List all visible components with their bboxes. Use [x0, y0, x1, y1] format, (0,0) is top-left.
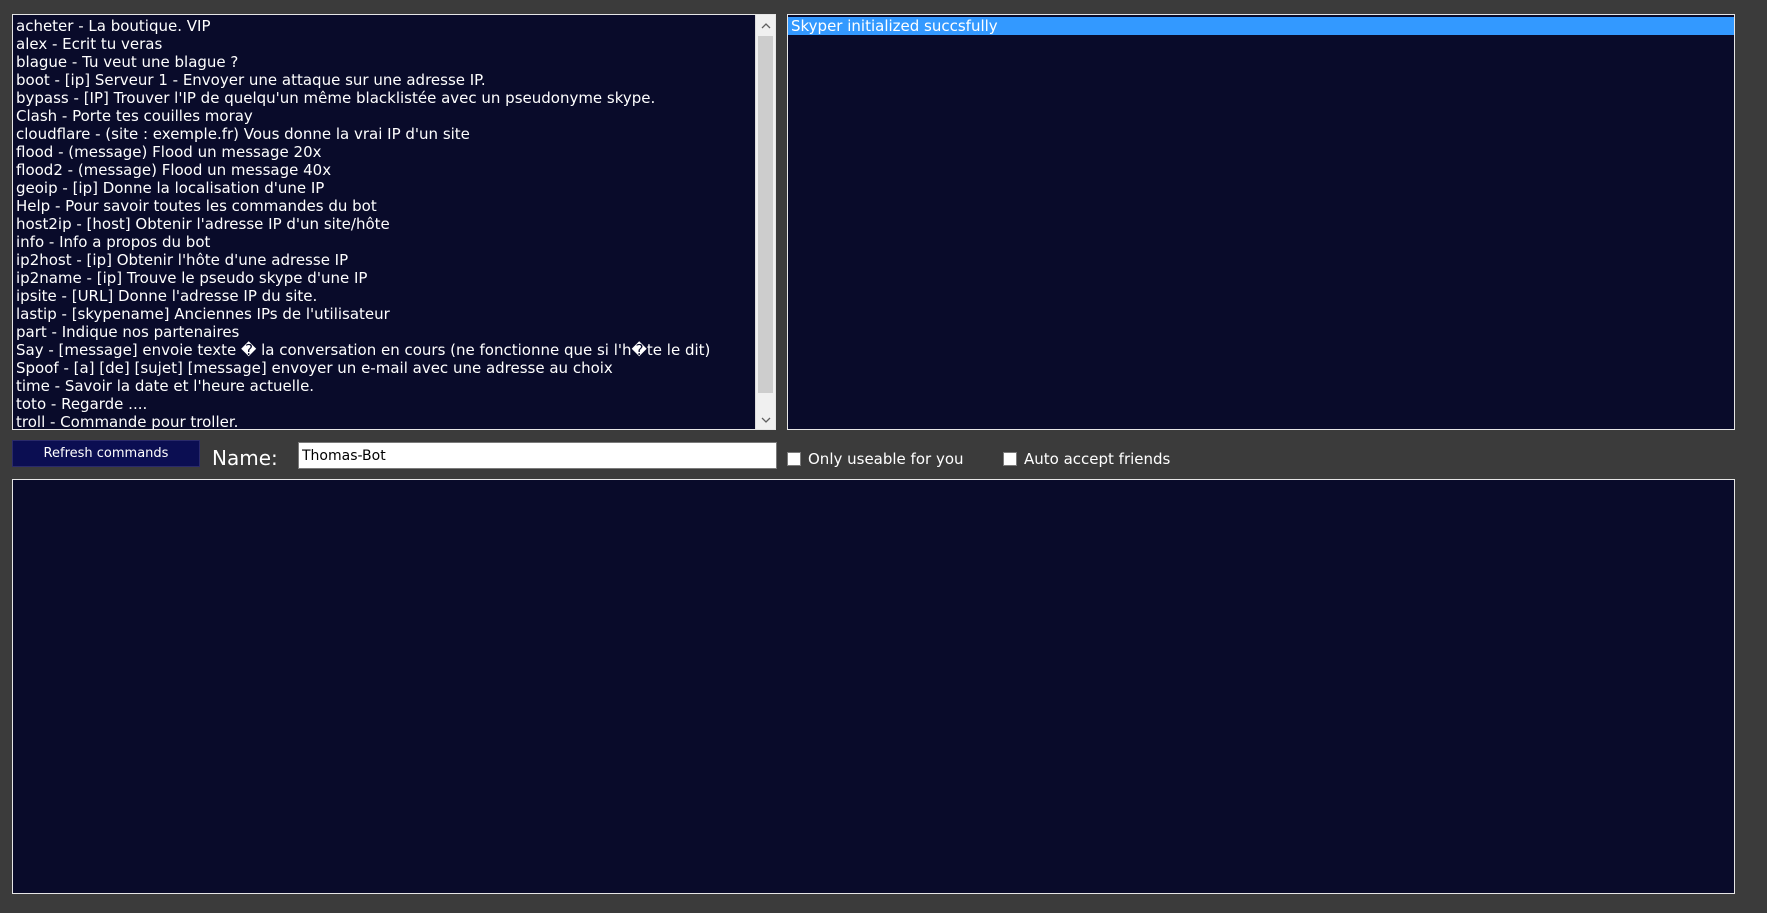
auto-accept-label: Auto accept friends	[1024, 450, 1171, 468]
auto-accept-checkbox[interactable]	[1003, 452, 1017, 466]
name-label: Name:	[212, 446, 278, 470]
commands-list-items: acheter - La boutique. VIP alex - Ecrit …	[13, 15, 755, 429]
command-item[interactable]: part - Indique nos partenaires	[13, 323, 755, 341]
command-item[interactable]: boot - [ip] Serveur 1 - Envoyer une atta…	[13, 71, 755, 89]
command-item[interactable]: ipsite - [URL] Donne l'adresse IP du sit…	[13, 287, 755, 305]
chevron-down-icon-glyph	[761, 417, 770, 423]
chevron-down-icon[interactable]	[756, 409, 775, 429]
command-item[interactable]: ip2host - [ip] Obtenir l'hôte d'une adre…	[13, 251, 755, 269]
refresh-commands-button[interactable]: Refresh commands	[12, 440, 200, 467]
command-item[interactable]: bypass - [IP] Trouver l'IP de quelqu'un …	[13, 89, 755, 107]
command-item[interactable]: Help - Pour savoir toutes les commandes …	[13, 197, 755, 215]
command-item[interactable]: blague - Tu veut une blague ?	[13, 53, 755, 71]
commands-scrollbar[interactable]	[755, 15, 775, 429]
command-item[interactable]: Spoof - [a] [de] [sujet] [message] envoy…	[13, 359, 755, 377]
command-item[interactable]: lastip - [skypename] Anciennes IPs de l'…	[13, 305, 755, 323]
command-item[interactable]: info - Info a propos du bot	[13, 233, 755, 251]
command-item[interactable]: acheter - La boutique. VIP	[13, 17, 755, 35]
auto-accept-option[interactable]: Auto accept friends	[1003, 450, 1170, 468]
only-useable-label: Only useable for you	[808, 450, 964, 468]
chevron-up-icon[interactable]	[756, 15, 775, 35]
log-listbox[interactable]: Skyper initialized succsfully	[787, 14, 1735, 430]
command-item[interactable]: cloudflare - (site : exemple.fr) Vous do…	[13, 125, 755, 143]
skyper-bot-window: acheter - La boutique. VIP alex - Ecrit …	[0, 0, 1767, 913]
scrollbar-thumb[interactable]	[758, 36, 773, 393]
command-item[interactable]: troll - Commande pour troller.	[13, 413, 755, 429]
command-item[interactable]: host2ip - [host] Obtenir l'adresse IP d'…	[13, 215, 755, 233]
bot-name-input[interactable]	[298, 442, 777, 469]
command-item[interactable]: ip2name - [ip] Trouve le pseudo skype d'…	[13, 269, 755, 287]
command-item[interactable]: toto - Regarde ....	[13, 395, 755, 413]
command-item[interactable]: geoip - [ip] Donne la localisation d'une…	[13, 179, 755, 197]
command-item[interactable]: Clash - Porte tes couilles moray	[13, 107, 755, 125]
only-useable-option[interactable]: Only useable for you	[787, 450, 964, 468]
commands-listbox[interactable]: acheter - La boutique. VIP alex - Ecrit …	[12, 14, 776, 430]
command-item[interactable]: flood - (message) Flood un message 20x	[13, 143, 755, 161]
only-useable-checkbox[interactable]	[787, 452, 801, 466]
command-item[interactable]: flood2 - (message) Flood un message 40x	[13, 161, 755, 179]
chevron-up-icon-glyph	[761, 23, 770, 29]
command-item[interactable]: Say - [message] envoie texte � la conver…	[13, 341, 755, 359]
output-textbox[interactable]	[12, 479, 1735, 894]
command-item[interactable]: alex - Ecrit tu veras	[13, 35, 755, 53]
log-item-selected[interactable]: Skyper initialized succsfully	[788, 17, 1734, 35]
command-item[interactable]: time - Savoir la date et l'heure actuell…	[13, 377, 755, 395]
